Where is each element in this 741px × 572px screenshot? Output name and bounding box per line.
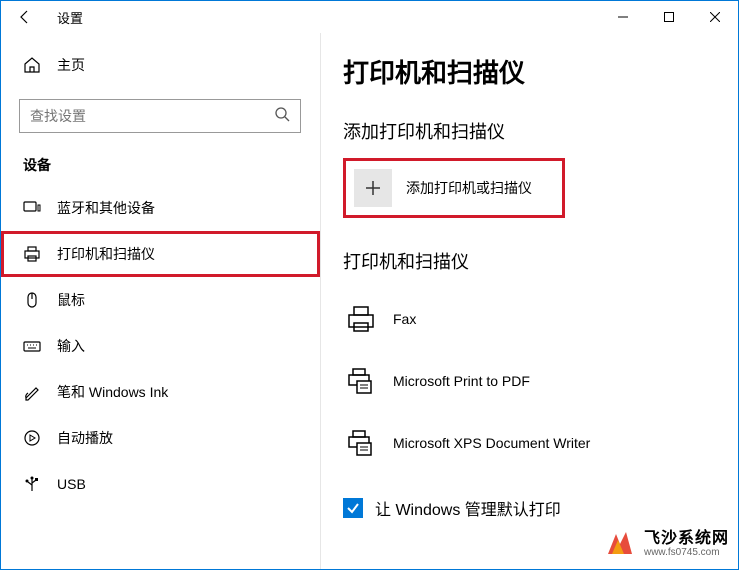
device-fax[interactable]: Fax: [343, 288, 738, 350]
sidebar-item-label: USB: [57, 476, 86, 492]
keyboard-icon: [23, 337, 41, 355]
printer-doc-icon: [343, 425, 379, 461]
device-label: Fax: [393, 311, 416, 327]
sidebar-item-bluetooth[interactable]: 蓝牙和其他设备: [1, 185, 320, 231]
sidebar-item-label: 输入: [57, 336, 85, 356]
device-label: Microsoft Print to PDF: [393, 373, 530, 389]
search-box[interactable]: [19, 99, 301, 133]
close-icon: [710, 12, 720, 22]
sidebar-item-printers[interactable]: 打印机和扫描仪: [1, 231, 320, 277]
sidebar-item-label: 蓝牙和其他设备: [57, 198, 155, 218]
sidebar-item-usb[interactable]: USB: [1, 461, 320, 507]
printer-icon: [23, 245, 41, 263]
window-controls: [600, 1, 738, 33]
default-printer-checkbox[interactable]: [343, 498, 363, 518]
back-button[interactable]: [11, 3, 39, 31]
list-section-title: 打印机和扫描仪: [343, 248, 738, 274]
maximize-button[interactable]: [646, 1, 692, 33]
add-printer-label: 添加打印机或扫描仪: [406, 178, 532, 198]
add-printer-button[interactable]: 添加打印机或扫描仪: [343, 158, 565, 218]
watermark: 飞沙系统网 www.fs0745.com: [602, 526, 729, 562]
sidebar-item-label: 打印机和扫描仪: [57, 244, 155, 264]
titlebar: 设置: [1, 1, 738, 33]
pen-icon: [23, 383, 41, 401]
settings-window: 设置 主页: [0, 0, 739, 570]
device-print-pdf[interactable]: Microsoft Print to PDF: [343, 350, 738, 412]
home-label: 主页: [57, 55, 85, 75]
device-xps-writer[interactable]: Microsoft XPS Document Writer: [343, 412, 738, 474]
watermark-title: 飞沙系统网: [644, 530, 729, 548]
sidebar-item-label: 自动播放: [57, 428, 113, 448]
plus-icon: [354, 169, 392, 207]
search-wrap: [1, 87, 320, 149]
sidebar: 主页 设备 蓝牙和其他设备: [1, 33, 321, 569]
sidebar-item-label: 笔和 Windows Ink: [57, 382, 168, 402]
section-header: 设备: [1, 149, 320, 185]
minimize-button[interactable]: [600, 1, 646, 33]
maximize-icon: [664, 12, 674, 22]
add-section-title: 添加打印机和扫描仪: [343, 118, 738, 144]
printer-doc-icon: [343, 363, 379, 399]
mouse-icon: [23, 291, 41, 309]
watermark-logo-icon: [602, 526, 638, 562]
content-panel: 打印机和扫描仪 添加打印机和扫描仪 添加打印机或扫描仪 打印机和扫描仪 Fax: [321, 33, 738, 569]
sidebar-item-label: 鼠标: [57, 290, 85, 310]
home-button[interactable]: 主页: [1, 43, 320, 87]
page-title: 打印机和扫描仪: [343, 53, 738, 90]
bluetooth-icon: [23, 199, 41, 217]
check-icon: [346, 501, 360, 515]
minimize-icon: [618, 12, 628, 22]
body: 主页 设备 蓝牙和其他设备: [1, 33, 738, 569]
sidebar-item-autoplay[interactable]: 自动播放: [1, 415, 320, 461]
device-label: Microsoft XPS Document Writer: [393, 435, 590, 451]
default-printer-checkbox-row: 让 Windows 管理默认打印: [343, 496, 738, 520]
search-icon: [274, 106, 290, 127]
watermark-url: www.fs0745.com: [644, 547, 729, 558]
sidebar-item-mouse[interactable]: 鼠标: [1, 277, 320, 323]
fax-icon: [343, 301, 379, 337]
sidebar-item-typing[interactable]: 输入: [1, 323, 320, 369]
arrow-left-icon: [17, 9, 33, 25]
home-icon: [23, 56, 41, 74]
window-title: 设置: [57, 8, 83, 27]
sidebar-item-pen[interactable]: 笔和 Windows Ink: [1, 369, 320, 415]
checkbox-label: 让 Windows 管理默认打印: [375, 496, 561, 520]
close-button[interactable]: [692, 1, 738, 33]
autoplay-icon: [23, 429, 41, 447]
search-input[interactable]: [30, 108, 274, 124]
usb-icon: [23, 475, 41, 493]
